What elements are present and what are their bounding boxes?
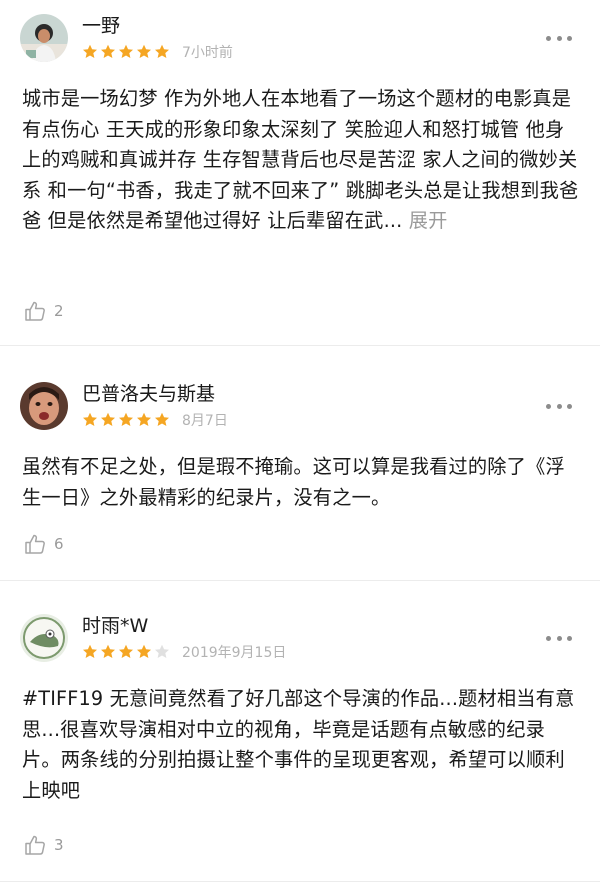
star-filled-icon xyxy=(154,412,170,428)
review-card: 巴普洛夫与斯基 8月7日 虽然有不足之处，但是瑕不掩瑜。这可以算是我看过的除了《… xyxy=(0,346,600,581)
star-empty-icon xyxy=(154,644,170,660)
star-filled-icon xyxy=(82,44,98,60)
review-text: 城市是一场幻梦 作为外地人在本地看了一场这个题材的电影真是有点伤心 王天成的形象… xyxy=(22,84,582,237)
star-filled-icon xyxy=(82,412,98,428)
star-filled-icon xyxy=(118,412,134,428)
star-filled-icon xyxy=(100,412,116,428)
review-meta: 8月7日 xyxy=(82,410,228,430)
like-button[interactable]: 6 xyxy=(24,531,64,557)
like-count: 2 xyxy=(54,302,64,320)
review-text: 虽然有不足之处，但是瑕不掩瑜。这可以算是我看过的除了《浮生一日》之外最精彩的纪录… xyxy=(22,452,582,513)
expand-link[interactable]: 展开 xyxy=(409,209,448,232)
review-header: 一野 7小时前 xyxy=(20,14,580,64)
avatar[interactable] xyxy=(20,382,68,430)
avatar[interactable] xyxy=(20,614,68,662)
person-photo-avatar-icon xyxy=(20,14,68,62)
review-text-body: #TIFF19 无意间竟然看了好几部这个导演的作品...题材相当有意思...很喜… xyxy=(22,687,575,802)
cartoon-avatar-icon xyxy=(20,614,68,662)
avatar[interactable] xyxy=(20,14,68,62)
username[interactable]: 巴普洛夫与斯基 xyxy=(82,382,215,406)
face-photo-avatar-icon xyxy=(20,382,68,430)
more-options-icon[interactable] xyxy=(546,26,572,50)
review-header: 巴普洛夫与斯基 8月7日 xyxy=(20,382,580,432)
review-time: 7小时前 xyxy=(182,45,233,61)
like-button[interactable]: 3 xyxy=(24,832,64,858)
username[interactable]: 时雨*W xyxy=(82,614,148,638)
star-filled-icon xyxy=(136,644,152,660)
thumbs-up-icon xyxy=(25,301,45,321)
review-header: 时雨*W 2019年9月15日 xyxy=(20,614,580,664)
review-meta: 7小时前 xyxy=(82,42,233,62)
username[interactable]: 一野 xyxy=(82,14,120,38)
review-text-body: 城市是一场幻梦 作为外地人在本地看了一场这个题材的电影真是有点伤心 王天成的形象… xyxy=(22,87,579,232)
review-time: 2019年9月15日 xyxy=(182,645,287,661)
star-filled-icon xyxy=(154,44,170,60)
review-card: 一野 7小时前 城市是一场幻梦 作为外地人在本地看了一场这个题材的电影真是有点伤… xyxy=(0,0,600,346)
star-filled-icon xyxy=(118,644,134,660)
star-filled-icon xyxy=(136,44,152,60)
star-filled-icon xyxy=(136,412,152,428)
review-meta: 2019年9月15日 xyxy=(82,642,286,662)
like-button[interactable]: 2 xyxy=(24,298,64,324)
star-filled-icon xyxy=(118,44,134,60)
review-time: 8月7日 xyxy=(182,413,228,429)
star-rating xyxy=(82,44,172,60)
review-text-body: 虽然有不足之处，但是瑕不掩瑜。这可以算是我看过的除了《浮生一日》之外最精彩的纪录… xyxy=(22,455,565,509)
star-rating xyxy=(82,644,172,660)
star-filled-icon xyxy=(100,644,116,660)
thumbs-up-icon xyxy=(25,835,45,855)
like-count: 6 xyxy=(54,535,64,553)
more-options-icon[interactable] xyxy=(546,394,572,418)
star-filled-icon xyxy=(82,644,98,660)
like-count: 3 xyxy=(54,836,64,854)
review-text: #TIFF19 无意间竟然看了好几部这个导演的作品...题材相当有意思...很喜… xyxy=(22,684,582,806)
more-options-icon[interactable] xyxy=(546,626,572,650)
star-rating xyxy=(82,412,172,428)
star-filled-icon xyxy=(100,44,116,60)
thumbs-up-icon xyxy=(25,534,45,554)
review-card: 时雨*W 2019年9月15日 #TIFF19 无意间竟然看了好几部这个导演的作… xyxy=(0,581,600,882)
